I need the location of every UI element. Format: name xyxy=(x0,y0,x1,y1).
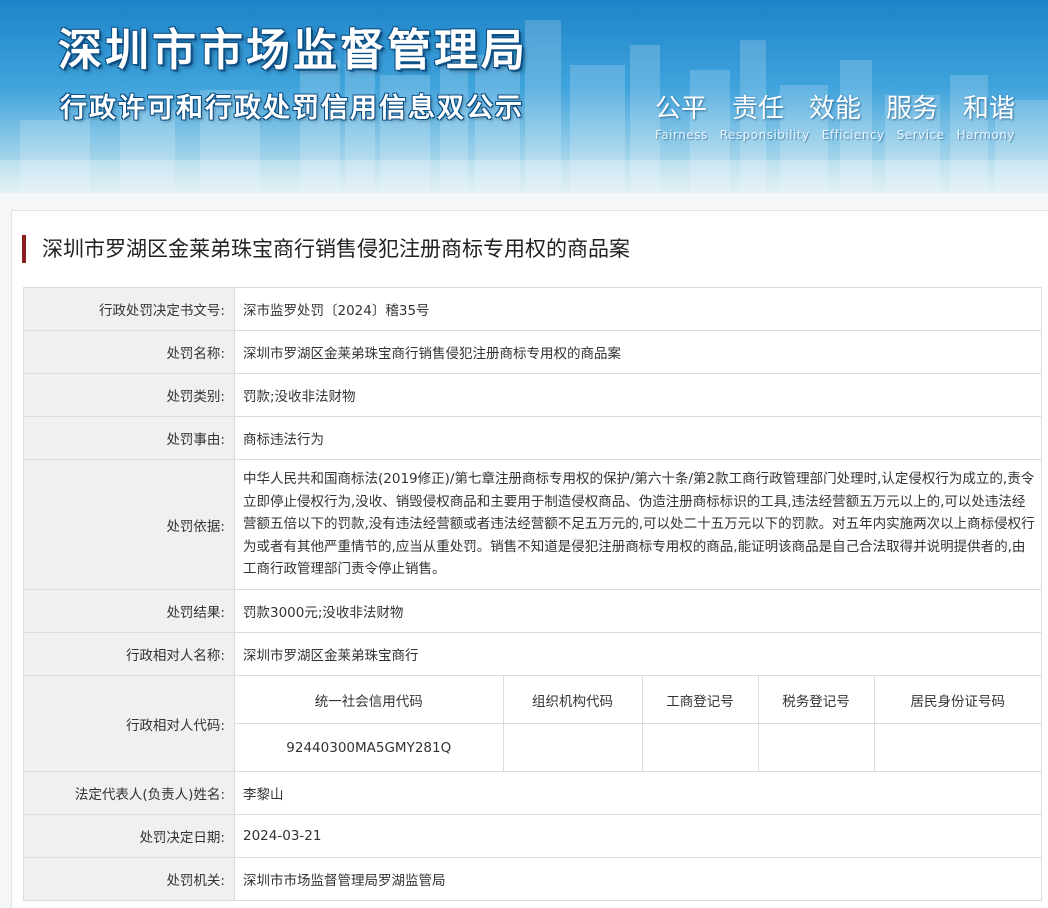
doc-no-label: 行政处罚决定书文号: xyxy=(23,287,235,331)
penalty-reason-label: 处罚事由: xyxy=(23,416,235,460)
party-name-value: 深圳市罗湖区金莱弟珠宝商行 xyxy=(234,632,1042,676)
table-row: 行政相对人代码: 统一社会信用代码 组织机构代码 工商登记号 税务登记号 居民身… xyxy=(23,675,1042,772)
legal-rep-label: 法定代表人(负责人)姓名: xyxy=(23,771,235,815)
table-row: 处罚结果: 罚款3000元;没收非法财物 xyxy=(23,589,1042,633)
party-code-label: 行政相对人代码: xyxy=(23,675,235,772)
motto-cn-item: 效能 xyxy=(808,94,861,124)
penalty-category-value: 罚款;没收非法财物 xyxy=(234,373,1042,417)
code-value-org xyxy=(503,723,643,771)
table-row: 处罚名称: 深圳市罗湖区金莱弟珠宝商行销售侵犯注册商标专用权的商品案 xyxy=(23,330,1042,374)
code-value-id-card xyxy=(874,724,1041,772)
party-code-header-row: 统一社会信用代码 组织机构代码 工商登记号 税务登记号 居民身份证号码 xyxy=(235,676,1041,724)
authority-value: 深圳市市场监督管理局罗湖监管局 xyxy=(234,857,1042,901)
site-title: 深圳市市场监督管理局 xyxy=(58,25,528,76)
motto-en-item: Efficiency xyxy=(821,128,885,142)
content-panel: 深圳市罗湖区金莱弟珠宝商行销售侵犯注册商标专用权的商品案 行政处罚决定书文号: … xyxy=(11,210,1048,908)
penalty-result-value: 罚款3000元;没收非法财物 xyxy=(234,589,1042,633)
motto-cn-item: 责任 xyxy=(731,94,784,124)
code-header-business-reg: 工商登记号 xyxy=(642,676,759,724)
decision-date-label: 处罚决定日期: xyxy=(23,814,235,858)
motto-en-item: Responsibility xyxy=(719,128,810,142)
penalty-result-label: 处罚结果: xyxy=(23,589,235,633)
decision-date-value: 2024-03-21 xyxy=(234,814,1042,858)
penalty-name-label: 处罚名称: xyxy=(23,330,235,374)
table-row: 处罚机关: 深圳市市场监督管理局罗湖监管局 xyxy=(23,857,1042,901)
legal-rep-value: 李黎山 xyxy=(234,771,1042,815)
motto: 公平 责任 效能 服务 和谐 Fairness Responsibility E… xyxy=(655,88,1015,142)
table-row: 行政处罚决定书文号: 深市监罗处罚〔2024〕稽35号 xyxy=(23,287,1042,331)
motto-en-item: Service xyxy=(896,128,945,142)
party-code-cell: 统一社会信用代码 组织机构代码 工商登记号 税务登记号 居民身份证号码 9244… xyxy=(234,675,1042,772)
penalty-reason-value: 商标违法行为 xyxy=(234,416,1042,460)
penalty-basis-label: 处罚依据: xyxy=(23,459,235,590)
table-row: 处罚类别: 罚款;没收非法财物 xyxy=(23,373,1042,417)
party-code-value-row: 92440300MA5GMY281Q xyxy=(235,723,1041,772)
motto-cn-item: 和谐 xyxy=(962,94,1015,124)
site-subtitle: 行政许可和行政处罚信用信息双公示 xyxy=(60,93,524,124)
code-value-business-reg xyxy=(642,723,759,771)
motto-cn-item: 服务 xyxy=(885,94,938,124)
motto-cn-item: 公平 xyxy=(655,94,708,124)
table-row: 行政相对人名称: 深圳市罗湖区金莱弟珠宝商行 xyxy=(23,632,1042,676)
motto-en-item: Fairness xyxy=(655,128,708,142)
penalty-category-label: 处罚类别: xyxy=(23,373,235,417)
header-banner: 深圳市市场监督管理局 行政许可和行政处罚信用信息双公示 公平 责任 效能 服务 … xyxy=(0,0,1048,193)
code-value-credit: 92440300MA5GMY281Q xyxy=(235,723,504,771)
code-value-tax-reg xyxy=(758,723,875,771)
penalty-basis-value: 中华人民共和国商标法(2019修正)/第七章注册商标专用权的保护/第六十条/第2… xyxy=(234,459,1042,590)
party-name-label: 行政相对人名称: xyxy=(23,632,235,676)
doc-no-value: 深市监罗处罚〔2024〕稽35号 xyxy=(234,287,1042,331)
table-row: 处罚依据: 中华人民共和国商标法(2019修正)/第七章注册商标专用权的保护/第… xyxy=(23,459,1042,590)
code-header-tax-reg: 税务登记号 xyxy=(758,676,875,724)
penalty-name-value: 深圳市罗湖区金莱弟珠宝商行销售侵犯注册商标专用权的商品案 xyxy=(234,330,1042,374)
code-header-org: 组织机构代码 xyxy=(503,676,643,724)
party-code-table: 统一社会信用代码 组织机构代码 工商登记号 税务登记号 居民身份证号码 9244… xyxy=(235,676,1041,771)
motto-en-item: Harmony xyxy=(956,128,1015,142)
table-row: 法定代表人(负责人)姓名: 李黎山 xyxy=(23,771,1042,815)
authority-label: 处罚机关: xyxy=(23,857,235,901)
table-row: 处罚事由: 商标违法行为 xyxy=(23,416,1042,460)
code-header-id-card: 居民身份证号码 xyxy=(874,676,1041,724)
code-header-credit: 统一社会信用代码 xyxy=(235,676,504,724)
penalty-info-table: 行政处罚决定书文号: 深市监罗处罚〔2024〕稽35号 处罚名称: 深圳市罗湖区… xyxy=(23,287,1042,901)
table-row: 处罚决定日期: 2024-03-21 xyxy=(23,814,1042,858)
case-title: 深圳市罗湖区金莱弟珠宝商行销售侵犯注册商标专用权的商品案 xyxy=(22,235,630,263)
